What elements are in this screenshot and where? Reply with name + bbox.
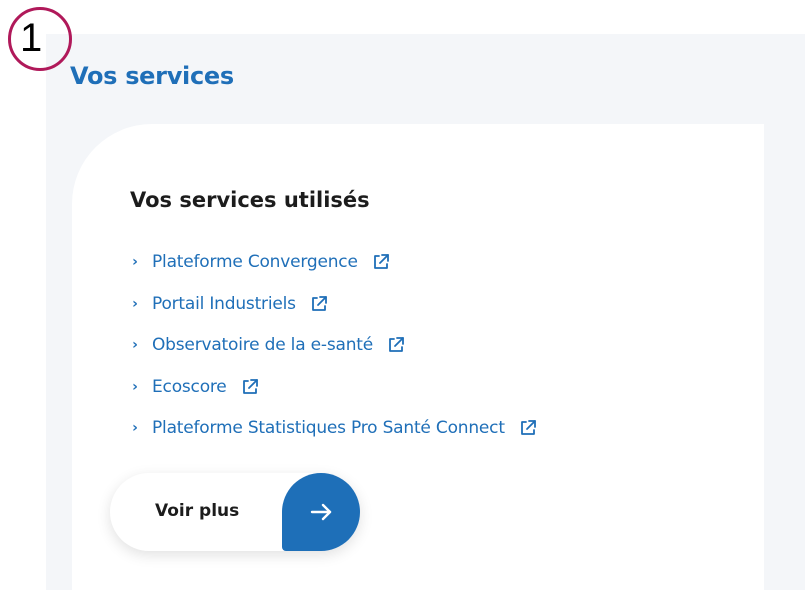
- service-link-ecoscore[interactable]: Ecoscore: [152, 377, 227, 397]
- chevron-right-icon: ›: [132, 378, 138, 395]
- external-link-icon[interactable]: [387, 336, 405, 354]
- step-marker-number: 1: [20, 16, 43, 60]
- arrow-right-icon[interactable]: [306, 497, 336, 527]
- external-link-icon[interactable]: [519, 419, 537, 437]
- service-item: › Observatoire de la e-santé: [130, 335, 537, 355]
- card-title: Vos services utilisés: [130, 188, 370, 212]
- service-item: › Ecoscore: [130, 377, 537, 397]
- service-item: › Plateforme Statistiques Pro Santé Conn…: [130, 418, 537, 438]
- service-link-plateforme-convergence[interactable]: Plateforme Convergence: [152, 252, 358, 272]
- chevron-right-icon: ›: [132, 295, 138, 312]
- service-link-portail-industriels[interactable]: Portail Industriels: [152, 294, 296, 314]
- external-link-icon[interactable]: [241, 378, 259, 396]
- service-item: › Portail Industriels: [130, 294, 537, 314]
- chevron-right-icon: ›: [132, 337, 138, 353]
- chevron-right-icon: ›: [132, 420, 138, 436]
- service-link-observatoire-esante[interactable]: Observatoire de la e-santé: [152, 335, 373, 355]
- voir-plus-button[interactable]: Voir plus: [110, 473, 360, 551]
- page: Vos services 1 Vos services utilisés › P…: [0, 0, 805, 590]
- service-list: › Plateforme Convergence › Portail Indus…: [130, 252, 537, 460]
- external-link-icon[interactable]: [372, 253, 390, 271]
- voir-plus-arrow-tab[interactable]: [282, 473, 360, 551]
- section-title: Vos services: [70, 62, 234, 90]
- service-item: › Plateforme Convergence: [130, 252, 537, 272]
- chevron-right-icon: ›: [132, 254, 138, 270]
- service-link-statistiques-psc[interactable]: Plateforme Statistiques Pro Santé Connec…: [152, 418, 505, 438]
- external-link-icon[interactable]: [310, 295, 328, 313]
- voir-plus-label[interactable]: Voir plus: [155, 501, 239, 521]
